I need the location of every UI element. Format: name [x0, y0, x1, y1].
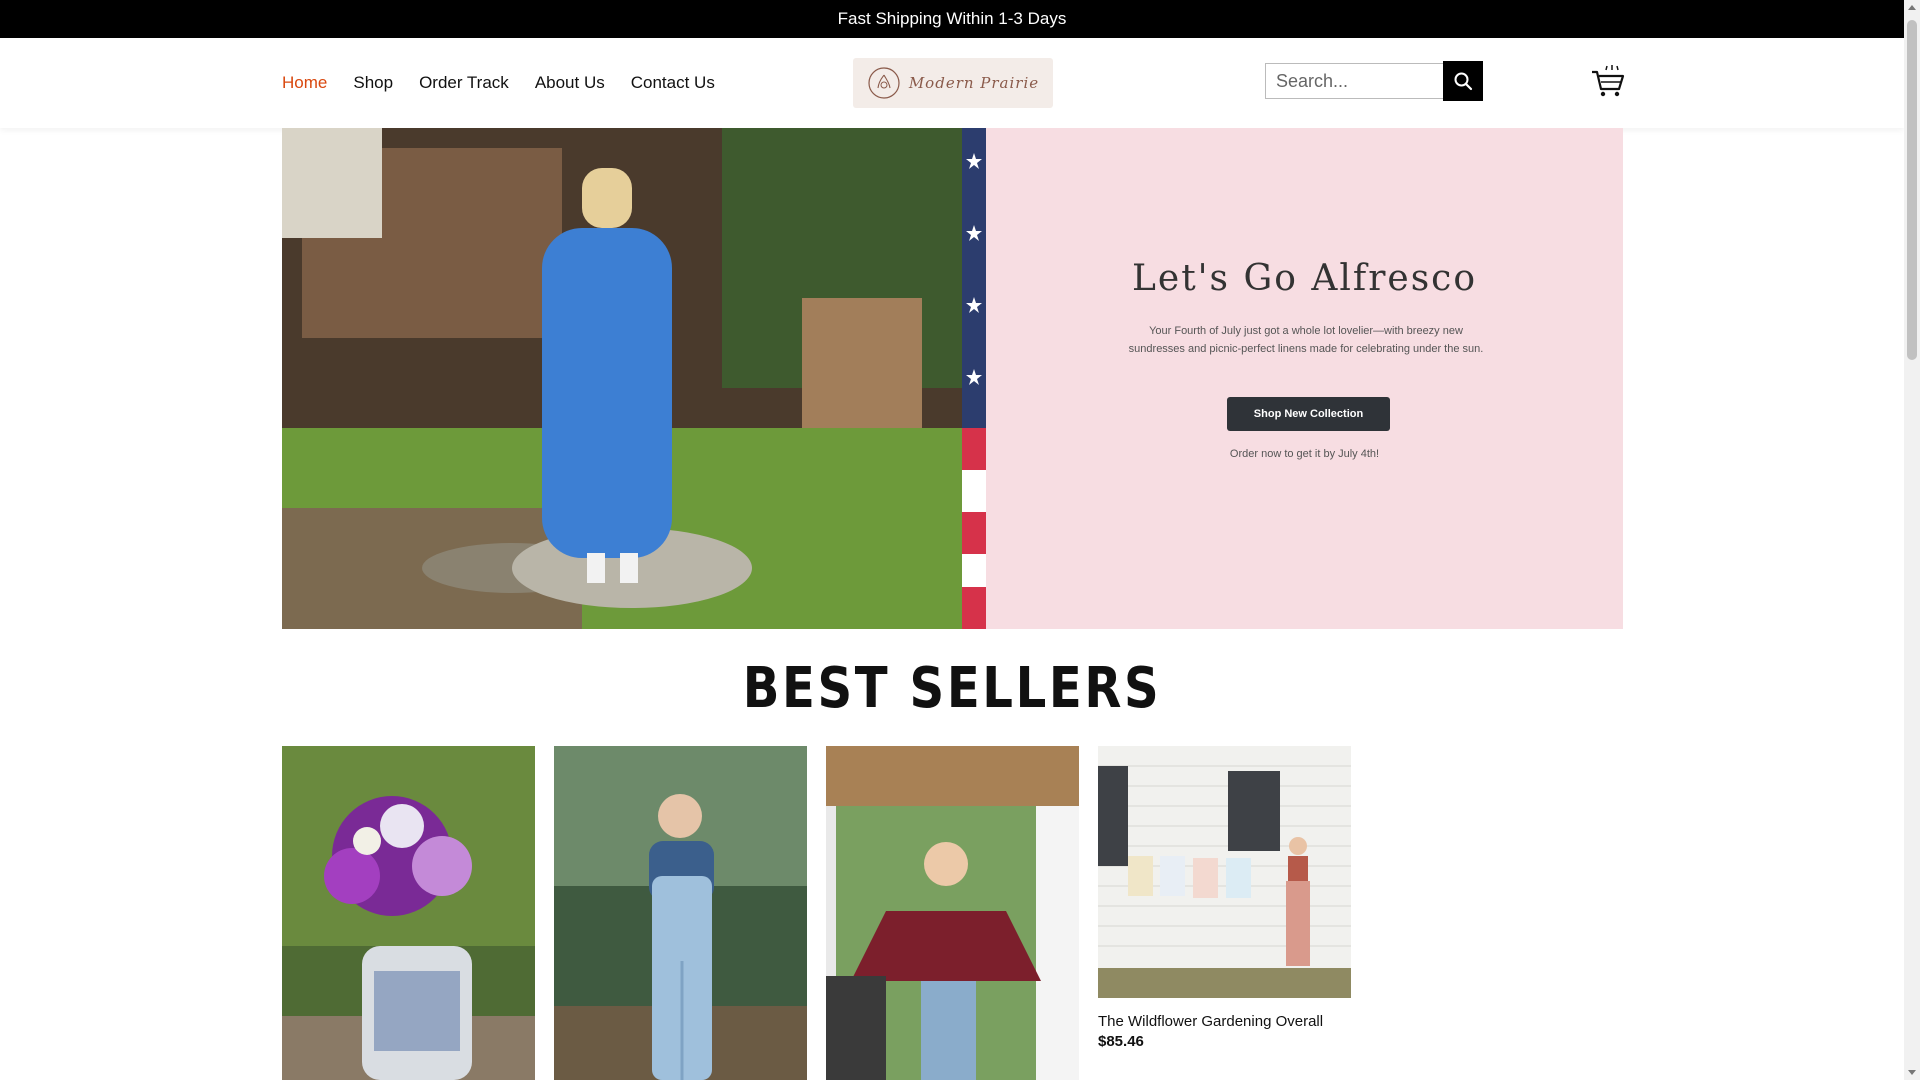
shop-new-collection-button[interactable]: Shop New Collection	[1227, 397, 1390, 431]
nav-order-track[interactable]: Order Track	[419, 73, 509, 93]
cart-icon[interactable]	[1590, 64, 1626, 100]
product-card[interactable]	[282, 746, 535, 1080]
product-image-wildflower-overall[interactable]	[1098, 746, 1351, 998]
best-sellers-title: BEST SELLERS	[742, 656, 1162, 721]
logo-icon	[868, 67, 900, 99]
nav-about-us[interactable]: About Us	[535, 73, 605, 93]
search-button[interactable]	[1443, 61, 1483, 101]
site-logo[interactable]: Modern Prairie	[853, 58, 1053, 108]
hero-title: Let's Go Alfresco	[1131, 258, 1478, 299]
nav-contact-us[interactable]: Contact Us	[631, 73, 715, 93]
product-price: $85.46	[1098, 1033, 1144, 1050]
product-card[interactable]: The Wildflower Gardening Overall $85.46	[1098, 746, 1351, 1050]
product-card[interactable]	[554, 746, 807, 1080]
nav-home[interactable]: Home	[282, 73, 327, 93]
announcement-bar: Fast Shipping Within 1-3 Days	[0, 0, 1904, 38]
hero-order-note: Order now to get it by July 4th!	[1229, 448, 1380, 460]
page-scrollbar[interactable]	[1904, 0, 1920, 1080]
hero-text-panel: Let's Go Alfresco Your Fourth of July ju…	[986, 128, 1623, 629]
product-image-floral-overall[interactable]	[554, 746, 807, 1080]
scrollbar-thumb[interactable]	[1907, 20, 1917, 360]
product-image-flower-crock[interactable]	[282, 746, 535, 1080]
logo-text: Modern Prairie	[908, 74, 1040, 92]
search-form	[1265, 61, 1483, 101]
scroll-down-icon[interactable]	[1908, 1070, 1916, 1075]
search-input[interactable]	[1265, 63, 1443, 99]
product-image-red-poncho[interactable]	[826, 746, 1079, 1080]
scroll-up-icon[interactable]	[1908, 5, 1916, 10]
product-name[interactable]: The Wildflower Gardening Overall	[1098, 1013, 1351, 1030]
flag-stripe-decoration	[962, 128, 986, 629]
announcement-text: Fast Shipping Within 1-3 Days	[837, 9, 1067, 28]
main-nav: Home Shop Order Track About Us Contact U…	[282, 38, 715, 128]
hero-description: Your Fourth of July just got a whole lot…	[1128, 325, 1484, 355]
nav-shop[interactable]: Shop	[353, 73, 393, 93]
product-card[interactable]	[826, 746, 1079, 1080]
search-icon	[1454, 72, 1473, 91]
hero-image[interactable]	[282, 128, 962, 629]
hero-banner: Let's Go Alfresco Your Fourth of July ju…	[282, 128, 1623, 629]
site-header: Home Shop Order Track About Us Contact U…	[0, 38, 1904, 128]
